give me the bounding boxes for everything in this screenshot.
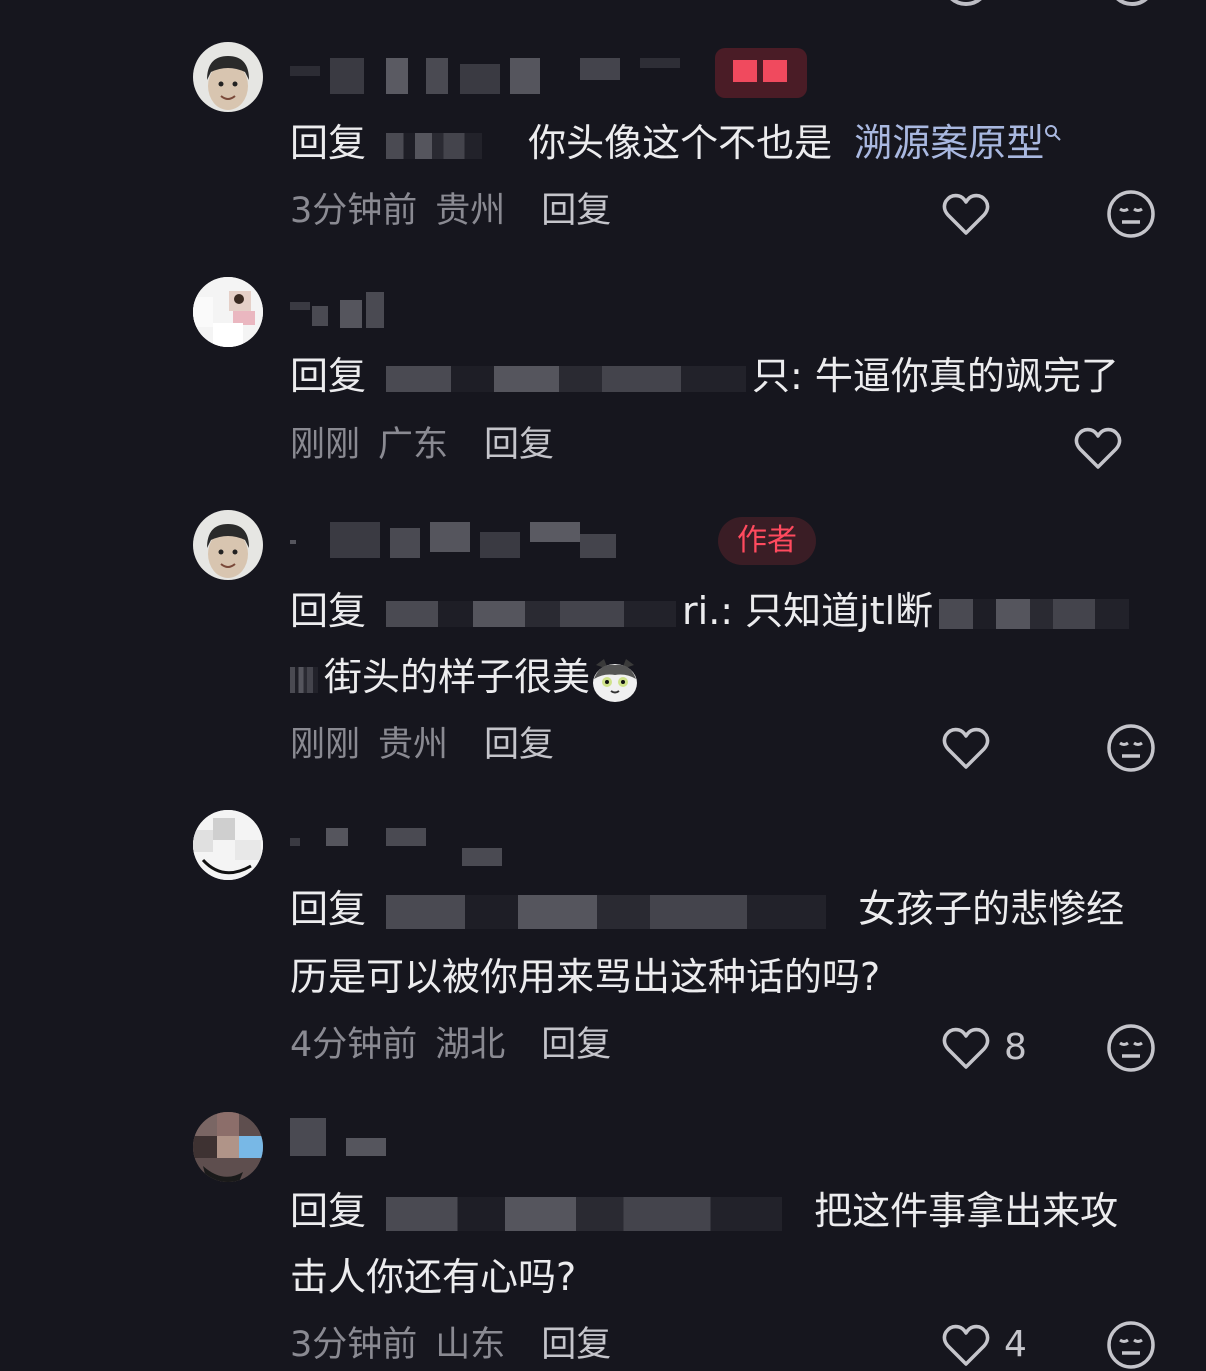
- comment-meta: 刚刚 贵州 回复: [290, 720, 572, 770]
- avatar[interactable]: [193, 1112, 263, 1182]
- comment-time: 3分钟前: [290, 1325, 418, 1365]
- comment-body: 女孩子的悲惨经: [858, 887, 1125, 931]
- text-redacted: [290, 666, 318, 693]
- avatar-mosaic-icon: [193, 810, 263, 880]
- meh-face-icon[interactable]: [1105, 722, 1157, 774]
- comment-meta: 刚刚 广东 回复: [290, 420, 572, 470]
- comment-body: 只: 牛逼你真的飒完了: [752, 354, 1119, 398]
- mention-redacted[interactable]: [386, 894, 827, 929]
- comment-body: 你头像这个不也是: [528, 121, 833, 165]
- avatar[interactable]: [193, 510, 263, 580]
- heart-outline-icon[interactable]: [1072, 422, 1124, 474]
- comment-meta: 4分钟前 湖北 回复: [290, 1020, 629, 1070]
- avatar-photo-icon: [193, 510, 263, 580]
- comment-body-2: 击人你还有心吗?: [290, 1255, 577, 1299]
- username-redacted[interactable]: [290, 522, 630, 562]
- username-redacted[interactable]: [290, 292, 410, 332]
- comment-text-line2: 街头的样子很美: [290, 644, 1158, 710]
- reply-button[interactable]: 回复: [484, 425, 554, 465]
- reply-prefix: 回复: [290, 354, 367, 398]
- reply-button[interactable]: 回复: [541, 191, 611, 231]
- author-badge: 作者: [718, 517, 816, 565]
- comment-body: 把这件事拿出来攻: [814, 1189, 1119, 1233]
- reply-button[interactable]: 回复: [541, 1325, 611, 1365]
- meh-face-icon[interactable]: [1105, 1022, 1157, 1074]
- comment-location: 广东: [378, 425, 449, 465]
- heart-outline-icon[interactable]: [940, 188, 992, 240]
- avatar[interactable]: [193, 810, 263, 880]
- comment-time: 3分钟前: [290, 191, 418, 231]
- comment-location: 湖北: [435, 1025, 506, 1065]
- reply-prefix: 回复: [290, 1189, 367, 1233]
- top-partial-icons: [950, 0, 1148, 6]
- comment-location: 山东: [435, 1325, 506, 1365]
- comment-text: 回复 只: 牛逼你真的飒完了: [290, 343, 1158, 409]
- username-redacted[interactable]: [290, 58, 690, 98]
- heart-outline-icon[interactable]: [940, 1022, 992, 1074]
- cat-emoji-icon: [593, 658, 638, 702]
- comment-location: 贵州: [435, 191, 506, 231]
- comment-text: 回复 你头像这个不也是 溯源案原型: [290, 110, 1158, 176]
- heart-outline-icon[interactable]: [940, 722, 992, 774]
- like-count: 4: [1004, 1324, 1027, 1365]
- reply-prefix: 回复: [290, 589, 367, 633]
- reply-prefix: 回复: [290, 887, 367, 931]
- comment-body-2: 街头的样子很美: [324, 655, 591, 699]
- meh-face-icon[interactable]: [1105, 188, 1157, 240]
- username-redacted[interactable]: [290, 828, 510, 868]
- comment-meta: 3分钟前 山东 回复: [290, 1320, 629, 1370]
- reply-button[interactable]: 回复: [541, 1025, 611, 1065]
- like-count: 8: [1004, 1027, 1027, 1068]
- comment-text-line2: 击人你还有心吗?: [290, 1244, 1158, 1310]
- mention-redacted[interactable]: [386, 132, 483, 159]
- mention-redacted[interactable]: [386, 1196, 783, 1231]
- comment-text-line1: 回复 ri.: 只知道jtl断: [290, 578, 1158, 644]
- heart-outline-icon[interactable]: [940, 1319, 992, 1371]
- avatar[interactable]: [193, 42, 263, 112]
- comment-location: 贵州: [378, 725, 449, 765]
- comment-body: ri.: 只知道jtl断: [682, 589, 934, 633]
- mention-redacted[interactable]: [386, 365, 747, 392]
- avatar-mosaic-icon: [193, 277, 263, 347]
- comment-time: 刚刚: [290, 725, 361, 765]
- comment-text-line2: 历是可以被你用来骂出这种话的吗?: [290, 944, 1158, 1010]
- search-icon[interactable]: [1044, 124, 1062, 142]
- comment-text-line1: 回复 把这件事拿出来攻: [290, 1178, 1158, 1244]
- comment-text-line1: 回复 女孩子的悲惨经: [290, 876, 1158, 942]
- avatar-mosaic-icon: [193, 1112, 263, 1182]
- search-link[interactable]: 溯源案原型: [854, 121, 1044, 165]
- reply-button[interactable]: 回复: [484, 725, 554, 765]
- avatar[interactable]: [193, 277, 263, 347]
- comment-time: 4分钟前: [290, 1025, 418, 1065]
- text-redacted: [939, 598, 1130, 629]
- comment-time: 刚刚: [290, 425, 361, 465]
- username-redacted[interactable]: [290, 1118, 400, 1158]
- mention-redacted[interactable]: [386, 600, 677, 627]
- user-badge-redacted: [715, 48, 807, 98]
- meh-face-icon[interactable]: [1105, 1319, 1157, 1371]
- comment-meta: 3分钟前 贵州 回复: [290, 186, 629, 236]
- comment-body-2: 历是可以被你用来骂出这种话的吗?: [290, 955, 881, 999]
- avatar-photo-icon: [193, 42, 263, 112]
- reply-prefix: 回复: [290, 121, 367, 165]
